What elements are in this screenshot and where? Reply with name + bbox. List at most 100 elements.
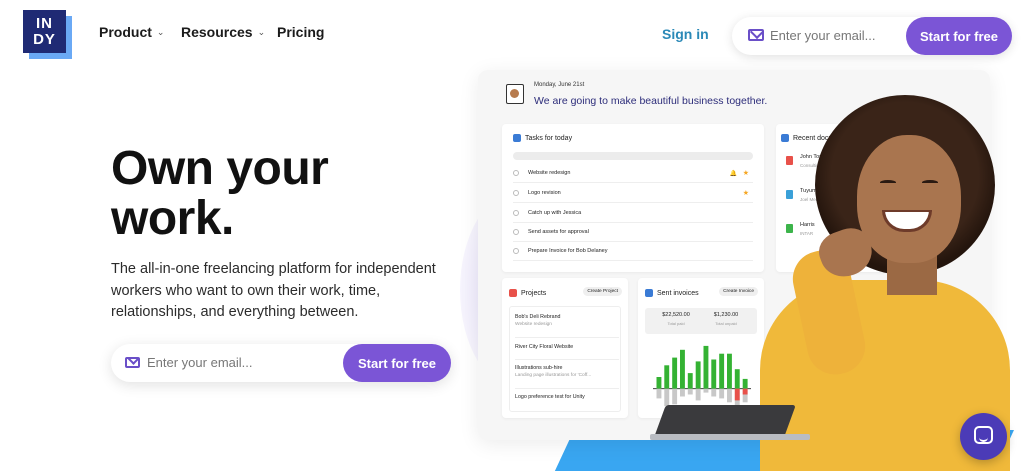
- chevron-down-icon: ⌄: [257, 26, 266, 37]
- projects-title-text: Projects: [521, 289, 547, 297]
- projects-list: Bob's Deli Rebrand Website redesign Rive…: [509, 306, 621, 412]
- chart-bar: [656, 388, 662, 399]
- chart-bar: [695, 388, 701, 401]
- project-item: Bob's Deli Rebrand Website redesign: [515, 314, 619, 338]
- invoice-summary: $22,520.00 Total paid $1,230.00 Total un…: [645, 308, 757, 334]
- task-label: Logo revision: [528, 190, 561, 196]
- logo-line-1: IN: [36, 14, 53, 32]
- nav-pricing[interactable]: Pricing: [277, 24, 324, 40]
- hero-title: Own your work.: [111, 142, 329, 245]
- star-icon: ★: [742, 190, 749, 197]
- invoice-icon: [645, 289, 653, 297]
- chat-launcher-button[interactable]: [960, 413, 1007, 460]
- hero-start-free-button[interactable]: Start for free: [343, 344, 451, 382]
- coffee-icon: [506, 84, 524, 104]
- face: [857, 135, 961, 263]
- task-checkbox: [513, 170, 519, 176]
- chart-bar: [680, 388, 685, 397]
- invoices-title: Sent invoices: [645, 289, 699, 297]
- star-icon: ★: [742, 170, 749, 177]
- hero-email-form: Enter your email... Start for free: [111, 344, 451, 382]
- chart-bar: [680, 349, 685, 389]
- task-checkbox: [513, 190, 519, 196]
- task-item: Logo revision ★: [513, 184, 753, 203]
- task-checkbox: [513, 210, 519, 216]
- preview-greeting: We are going to make beautiful business …: [534, 95, 768, 107]
- laptop-base: [650, 434, 810, 440]
- create-invoice-button[interactable]: Create Invoice: [719, 287, 758, 296]
- project-name: Logo preference test for Unity: [515, 394, 585, 400]
- chart-bar: [695, 361, 701, 389]
- chart-bar: [719, 353, 725, 389]
- create-project-button[interactable]: Create Project: [583, 287, 622, 296]
- hero-title-line-2: work.: [111, 192, 234, 245]
- chart-bar: [734, 369, 740, 389]
- tasks-card: Tasks for today Website redesign 🔔 ★ Log…: [502, 124, 764, 272]
- chevron-down-icon: ⌄: [156, 26, 165, 37]
- bell-icon: 🔔: [729, 170, 737, 177]
- chart-bar: [664, 365, 670, 389]
- basket-icon: [509, 289, 517, 297]
- nav-email-input[interactable]: Enter your email...: [770, 28, 876, 43]
- calendar-icon: [513, 134, 521, 142]
- chart-bar: [711, 388, 717, 397]
- chart-bar: [672, 388, 678, 405]
- task-label: Send assets for approval: [528, 229, 589, 235]
- chart-bar: [742, 378, 748, 389]
- project-name: Illustrations sub-hire: [515, 365, 563, 371]
- chart-bar: [727, 353, 732, 389]
- mail-icon: [125, 357, 140, 368]
- indy-logo[interactable]: IN DY: [23, 10, 72, 59]
- unpaid-label: Total unpaid: [715, 321, 737, 326]
- nav-start-free-button[interactable]: Start for free: [906, 17, 1012, 55]
- paid-label: Total paid: [667, 321, 685, 326]
- task-label: Prepare Invoice for Bob Delaney: [528, 248, 608, 254]
- task-label: Website redesign: [528, 170, 571, 176]
- mail-icon: [748, 29, 764, 41]
- task-item: Send assets for approval: [513, 223, 753, 242]
- project-item: Logo preference test for Unity: [515, 394, 619, 408]
- preview-date: Monday, June 21st: [534, 82, 585, 88]
- unpaid-value: $1,230.00: [713, 312, 739, 318]
- task-item: Prepare Invoice for Bob Delaney: [513, 242, 753, 261]
- laptop: [654, 405, 796, 437]
- chart-bar: [734, 388, 740, 401]
- chart-bar: [687, 388, 693, 395]
- chart-bar: [711, 359, 717, 389]
- chart-bar: [719, 388, 725, 399]
- nav-product[interactable]: Product ⌄: [99, 24, 164, 40]
- task-label: Catch up with Jessica: [528, 210, 582, 216]
- project-sub: Landing page illustrations for 'Coff...: [515, 373, 592, 378]
- nav-resources-label: Resources: [181, 24, 253, 40]
- logo-line-2: DY: [33, 30, 56, 48]
- hero-subtitle: The all-in-one freelancing platform for …: [111, 261, 436, 320]
- chart-bar: [672, 357, 678, 389]
- tasks-title: Tasks for today: [513, 134, 572, 142]
- chart-bar: [703, 345, 709, 389]
- hero-email-input[interactable]: Enter your email...: [147, 355, 253, 370]
- chart-bar: [664, 388, 670, 407]
- project-item: River City Floral Website: [515, 344, 619, 360]
- tasks-progress-bar: [513, 152, 753, 160]
- invoice-bar-chart: [653, 345, 751, 409]
- chart-bar: [703, 388, 709, 393]
- nav-product-label: Product: [99, 24, 152, 40]
- nav-email-form: Enter your email... Start for free: [732, 17, 1012, 55]
- invoices-card: Sent invoices Create Invoice $22,520.00 …: [638, 278, 764, 418]
- task-item: Catch up with Jessica: [513, 204, 753, 223]
- sign-in-link[interactable]: Sign in: [662, 26, 709, 42]
- hero-title-line-1: Own your: [111, 142, 329, 195]
- eye-right: [922, 180, 938, 185]
- project-name: Bob's Deli Rebrand: [515, 314, 561, 320]
- project-item: Illustrations sub-hire Landing page illu…: [515, 365, 619, 389]
- chart-bar: [656, 377, 662, 389]
- projects-title: Projects: [509, 289, 546, 297]
- task-item: Website redesign 🔔 ★: [513, 164, 753, 183]
- invoices-title-text: Sent invoices: [657, 289, 699, 297]
- chart-bar: [687, 373, 693, 389]
- paid-value: $22,520.00: [662, 312, 690, 318]
- project-sub: Website redesign: [515, 322, 552, 327]
- logo-mark: IN DY: [23, 10, 66, 53]
- nav-resources[interactable]: Resources ⌄: [181, 24, 265, 40]
- projects-card: Projects Create Project Bob's Deli Rebra…: [502, 278, 628, 418]
